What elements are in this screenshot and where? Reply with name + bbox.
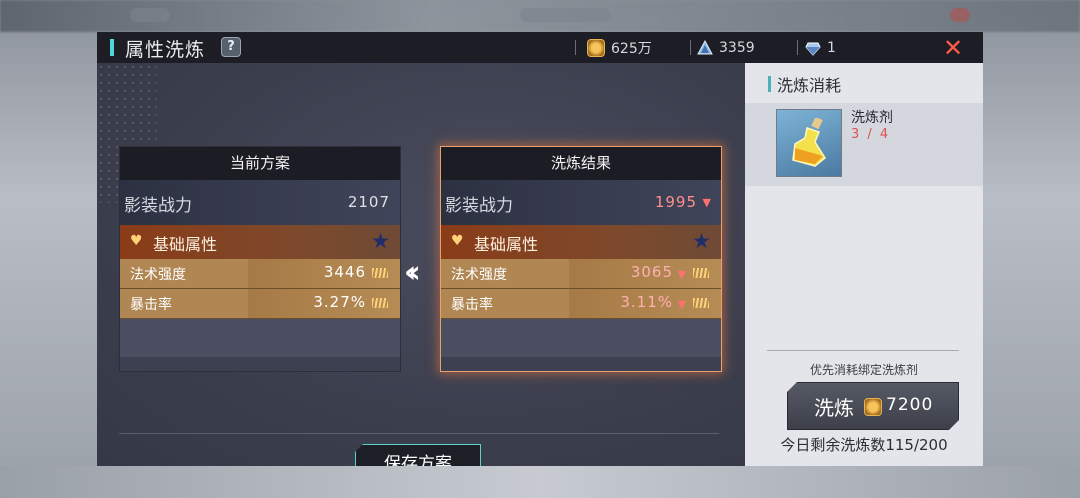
attr-row: 法术强度 3446: [120, 259, 400, 289]
currency-diamond-value: 1: [827, 39, 836, 56]
divider: [119, 433, 719, 434]
grade-bars-icon: [372, 298, 388, 308]
help-icon[interactable]: ?: [221, 37, 241, 57]
decrease-icon: ▼: [702, 196, 711, 209]
prefer-bound-text: 优先消耗绑定洗炼剂: [809, 363, 918, 377]
coin-icon: [864, 398, 882, 416]
power-value: 1995: [654, 193, 697, 211]
background-blur: [950, 8, 970, 22]
attr-label: 暴击率: [130, 297, 172, 313]
cost-item: 洗炼剂 3 / 4: [745, 103, 983, 186]
shield-icon: ♥: [451, 233, 464, 249]
dialog-title: 属性洗炼: [125, 39, 206, 61]
power-value: 2107: [347, 193, 390, 211]
background-blur: [130, 8, 170, 22]
attr-label: 法术强度: [451, 267, 507, 283]
attr-value: 3446: [323, 263, 366, 281]
card-footer: [441, 357, 721, 371]
background-bottom: [0, 466, 1080, 498]
diamond-icon: [805, 42, 821, 56]
attr-row: 暴击率 3.27%: [120, 289, 400, 319]
item-name: 洗炼剂: [851, 110, 893, 126]
refine-button[interactable]: 洗炼 7200: [787, 382, 959, 430]
crystal-icon: [697, 39, 713, 54]
currency-diamond: 1: [805, 38, 836, 57]
card-title: 当前方案: [120, 147, 400, 180]
save-plan-button[interactable]: 保存方案: [355, 444, 481, 466]
divider: [767, 350, 959, 351]
background-blur: [520, 8, 610, 22]
section-label: 基础属性: [153, 235, 218, 254]
power-label: 影装战力: [124, 196, 192, 216]
star-icon: ★: [692, 229, 711, 253]
remaining-refines: 今日剩余洗炼数115/200: [780, 436, 948, 454]
section-label: 基础属性: [474, 235, 539, 254]
card-footer: [120, 357, 400, 371]
attr-value: 3.27%: [313, 293, 366, 311]
attr-value: 3065: [630, 263, 673, 281]
grade-bars-icon: [693, 298, 709, 308]
header-accent: [768, 76, 771, 92]
close-icon[interactable]: ✕: [942, 36, 964, 60]
attr-value: 3.11%: [620, 293, 673, 311]
refine-result-card: 洗炼结果 影装战力 1995 ▼ ♥ 基础属性 ★ 法术强度 3065 ▼ 暴击…: [440, 146, 722, 372]
refine-cost: 7200: [886, 395, 934, 415]
currency-crystal-value: 3359: [719, 39, 755, 56]
currency-crystal: 3359: [697, 38, 755, 57]
refine-dialog: 属性洗炼 ? 625万 3359 1 ✕ 当前方案 影装战力 2107 ♥ 基础…: [97, 32, 983, 466]
section-header: ♥ 基础属性 ★: [120, 225, 400, 259]
cost-header: 洗炼消耗: [745, 71, 983, 101]
potion-icon: [792, 118, 826, 167]
grade-bars-icon: [693, 268, 709, 278]
section-header: ♥ 基础属性 ★: [441, 225, 721, 259]
power-row: 影装战力 2107: [120, 180, 400, 225]
currency-gold-value: 625万: [611, 40, 652, 57]
double-chevron-left-icon: ‹‹: [404, 255, 420, 290]
cost-panel: 洗炼消耗 洗炼剂 3 / 4 优先消耗绑定洗炼剂 洗炼 7200 今日剩余洗炼数…: [745, 63, 983, 466]
power-row: 影装战力 1995 ▼: [441, 180, 721, 225]
shield-icon: ♥: [130, 233, 143, 249]
attr-label: 法术强度: [130, 267, 186, 283]
item-slot[interactable]: [776, 109, 842, 177]
comparison-area: 当前方案 影装战力 2107 ♥ 基础属性 ★ 法术强度 3446 暴击率 3.…: [97, 63, 745, 466]
refine-button-label: 洗炼: [814, 396, 854, 420]
attr-row: 法术强度 3065 ▼: [441, 259, 721, 289]
current-plan-card: 当前方案 影装战力 2107 ♥ 基础属性 ★ 法术强度 3446 暴击率 3.…: [119, 146, 401, 372]
currency-gold: 625万: [587, 38, 652, 57]
title-bar: 属性洗炼 ? 625万 3359 1 ✕: [97, 32, 983, 63]
star-icon: ★: [371, 229, 390, 253]
attr-label: 暴击率: [451, 297, 493, 313]
attr-row: 暴击率 3.11% ▼: [441, 289, 721, 319]
divider: [797, 40, 798, 55]
title-accent: [110, 39, 114, 56]
card-title: 洗炼结果: [441, 147, 721, 180]
item-count: 3 / 4: [851, 127, 891, 142]
coin-icon: [587, 38, 605, 57]
divider: [690, 40, 691, 55]
divider: [575, 40, 576, 55]
grade-bars-icon: [372, 268, 388, 278]
decrease-icon: ▼: [677, 298, 686, 311]
power-label: 影装战力: [445, 196, 513, 216]
cost-title: 洗炼消耗: [777, 76, 842, 95]
decrease-icon: ▼: [677, 268, 686, 281]
